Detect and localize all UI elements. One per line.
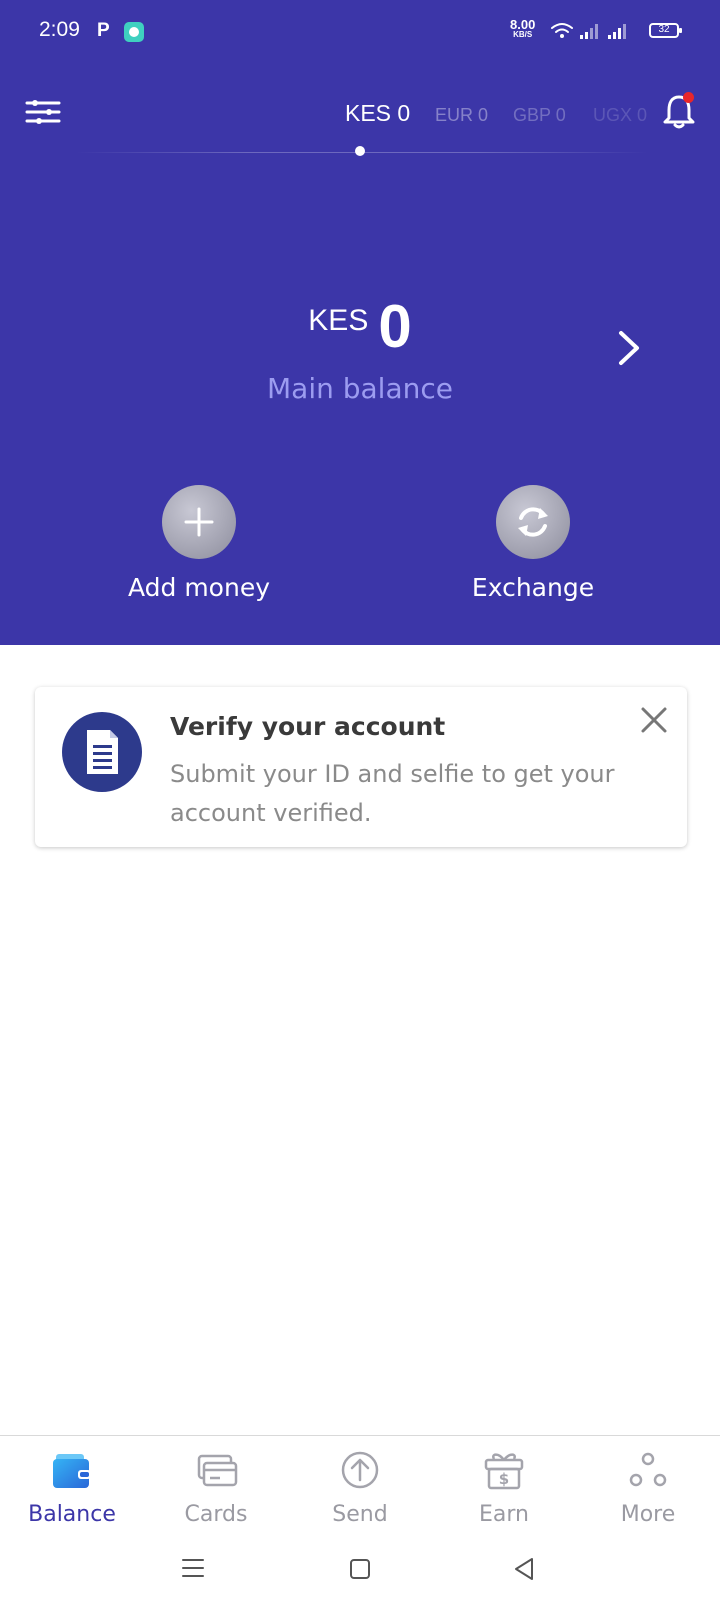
- battery-level: 32: [658, 24, 670, 35]
- gift-icon: $: [484, 1453, 524, 1490]
- chat-app-icon: [124, 22, 144, 42]
- nav-more[interactable]: More: [576, 1436, 720, 1536]
- exchange-button[interactable]: Exchange: [423, 485, 643, 602]
- main-balance[interactable]: KES 0: [0, 292, 720, 361]
- nav-earn[interactable]: $ Earn: [432, 1436, 576, 1536]
- balance-label: Main balance: [267, 372, 453, 405]
- menu-icon[interactable]: [182, 1558, 204, 1578]
- add-money-label: Add money: [127, 573, 271, 602]
- wifi-signal-icons: [551, 23, 626, 39]
- home-icon[interactable]: [349, 1558, 371, 1580]
- add-money-button[interactable]: Add money: [89, 485, 309, 602]
- parking-app-icon: P: [97, 20, 110, 41]
- send-icon: [341, 1451, 379, 1489]
- signal-icon-2: [608, 24, 626, 39]
- svg-text:$: $: [499, 1470, 509, 1488]
- doc-circle: [62, 712, 142, 792]
- verify-title: Verify your account: [170, 712, 446, 741]
- nav-earn-label: Earn: [479, 1502, 529, 1527]
- nav-send[interactable]: Send: [288, 1436, 432, 1536]
- status-bar: 2:09 P 8.00 KB/S 32: [0, 0, 720, 64]
- back-icon[interactable]: [513, 1557, 535, 1581]
- status-time: 2:09: [39, 18, 80, 41]
- close-icon[interactable]: [639, 705, 669, 735]
- verify-account-card[interactable]: Verify your account Submit your ID and s…: [35, 687, 687, 847]
- exchange-circle: [496, 485, 570, 559]
- tab-eur[interactable]: EUR 0: [435, 105, 488, 126]
- signal-icon-1: [580, 24, 598, 39]
- plus-icon: [184, 507, 214, 537]
- balance-currency: KES: [308, 304, 369, 337]
- wifi-icon: [551, 23, 573, 33]
- tab-gbp[interactable]: GBP 0: [513, 105, 566, 126]
- header-panel: 2:09 P 8.00 KB/S 32 KES 0 EUR 0 GBP 0 UG…: [0, 0, 720, 645]
- network-speed-unit: KB/S: [513, 30, 533, 39]
- nav-balance[interactable]: Balance: [0, 1436, 144, 1536]
- battery-icon: 32: [649, 23, 682, 38]
- nav-send-label: Send: [332, 1502, 388, 1527]
- verify-text: Submit your ID and selfie to get your ac…: [170, 760, 615, 827]
- nav-cards[interactable]: Cards: [144, 1436, 288, 1536]
- exchange-label: Exchange: [471, 573, 595, 602]
- chevron-right-icon[interactable]: [615, 328, 643, 368]
- nav-balance-label: Balance: [28, 1502, 116, 1527]
- tab-ugx[interactable]: UGX 0: [593, 105, 647, 126]
- bottom-nav: Balance Cards Send $ Earn More: [0, 1435, 720, 1536]
- tab-kes[interactable]: KES 0: [345, 100, 410, 127]
- wallet-icon: [53, 1454, 91, 1488]
- document-icon: [87, 730, 118, 774]
- nav-cards-label: Cards: [184, 1502, 248, 1527]
- network-speed: 8.00 KB/S: [510, 18, 535, 39]
- refresh-icon: [518, 507, 548, 537]
- add-circle: [162, 485, 236, 559]
- system-nav-bar: [0, 1536, 720, 1600]
- currency-tabs: KES 0 EUR 0 GBP 0 UGX 0: [0, 96, 720, 136]
- active-tab-indicator: [355, 146, 365, 156]
- balance-amount: 0: [378, 293, 412, 360]
- cards-icon: [197, 1454, 238, 1487]
- more-icon: [629, 1452, 667, 1487]
- nav-more-label: More: [620, 1502, 676, 1527]
